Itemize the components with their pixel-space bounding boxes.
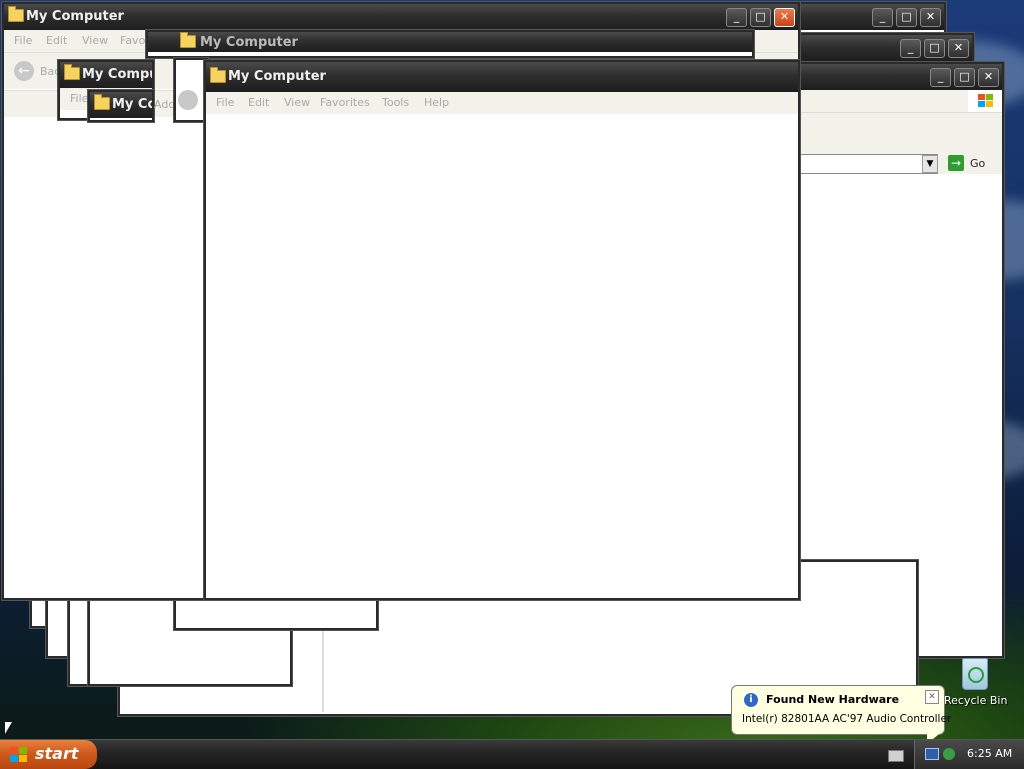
folder-icon (210, 67, 226, 83)
start-label: start (35, 744, 79, 763)
mouse-cursor-icon (5, 722, 12, 734)
info-icon: i (744, 693, 758, 707)
explorer-window-overlap-4[interactable] (174, 58, 208, 122)
folder-icon (8, 6, 24, 22)
system-tray: 6:25 AM (914, 740, 1024, 769)
found-new-hardware-balloon[interactable]: i Found New Hardware ✕ Intel(r) 82801AA … (731, 685, 951, 744)
menu-bar: File Edit View Favorites Tools Help (206, 92, 798, 114)
windows-flag-icon (10, 747, 28, 762)
window-title: My Computer (26, 9, 124, 24)
close-button[interactable]: ✕ (920, 8, 941, 27)
content-area[interactable] (206, 114, 798, 598)
maximize-button[interactable]: □ (896, 8, 917, 27)
menu-file[interactable]: File (70, 92, 88, 105)
balloon-message: Intel(r) 82801AA AC'97 Audio Controller (742, 713, 952, 725)
window-titlebar[interactable]: My Computer (206, 62, 798, 92)
minimize-button[interactable]: _ (900, 39, 921, 58)
taskbar: start 6:25 AM (0, 739, 1024, 769)
minimize-button[interactable]: _ (930, 68, 951, 87)
desktop: _ □ ✕ _ □ ✕ _ □ ✕ ▼ → Go My Computer _ □… (0, 0, 1024, 768)
menu-view[interactable]: View (284, 96, 310, 109)
menu-edit[interactable]: Edit (248, 96, 269, 109)
menu-tools[interactable]: Tools (382, 96, 409, 109)
window-titlebar[interactable]: My Computer (148, 32, 752, 52)
go-arrow-icon[interactable]: → (948, 155, 964, 171)
back-arrow-icon[interactable]: ← (14, 61, 34, 81)
maximize-button[interactable]: □ (924, 39, 945, 58)
window-titlebar[interactable]: My Compu (60, 62, 152, 88)
maximize-button[interactable]: □ (750, 8, 771, 27)
balloon-close-button[interactable]: ✕ (925, 690, 939, 704)
network-icon[interactable] (925, 748, 939, 760)
window-title: My Compu (82, 67, 154, 82)
window-title: My Computer (228, 69, 326, 84)
menu-edit[interactable]: Edit (46, 34, 67, 47)
explorer-window-overlap-3[interactable]: My Co (88, 90, 154, 122)
safely-remove-hardware-icon[interactable] (943, 748, 955, 760)
menu-view[interactable]: View (82, 34, 108, 47)
windows-logo-icon (968, 90, 1002, 112)
recycle-bin-shortcut[interactable]: Recycle Bin (944, 656, 1008, 712)
recycle-bin-icon (962, 658, 988, 690)
close-button[interactable]: ✕ (978, 68, 999, 87)
clock[interactable]: 6:25 AM (967, 747, 1012, 760)
minimize-button[interactable]: _ (726, 8, 747, 27)
window-titlebar[interactable]: My Co (90, 92, 152, 118)
folder-icon (180, 32, 196, 48)
folder-icon (64, 64, 80, 80)
close-button[interactable]: ✕ (774, 8, 795, 27)
back-arrow-icon[interactable] (178, 90, 198, 110)
minimize-button[interactable]: _ (872, 8, 893, 27)
address-dropdown-button[interactable]: ▼ (922, 155, 938, 173)
menu-help[interactable]: Help (424, 96, 449, 109)
close-button[interactable]: ✕ (948, 39, 969, 58)
window-title: My Co (112, 97, 154, 112)
menu-file[interactable]: File (216, 96, 234, 109)
keyboard-icon[interactable] (888, 750, 904, 762)
explorer-window-overlap-1[interactable]: My Computer (146, 30, 754, 58)
start-button[interactable]: start (0, 740, 97, 769)
folder-icon (94, 94, 110, 110)
menu-favorites[interactable]: Favo (120, 34, 145, 47)
menu-favorites[interactable]: Favorites (320, 96, 370, 109)
go-button-label[interactable]: Go (970, 157, 985, 170)
window-titlebar[interactable]: My Computer _ □ ✕ (4, 4, 798, 30)
window-title: My Computer (200, 35, 298, 50)
my-computer-window-active[interactable]: My Computer File Edit View Favorites Too… (204, 60, 800, 600)
recycle-bin-label: Recycle Bin (944, 694, 1008, 707)
balloon-title: Found New Hardware (766, 693, 900, 706)
menu-file[interactable]: File (14, 34, 32, 47)
address-label-partial: Add (154, 98, 176, 111)
maximize-button[interactable]: □ (954, 68, 975, 87)
